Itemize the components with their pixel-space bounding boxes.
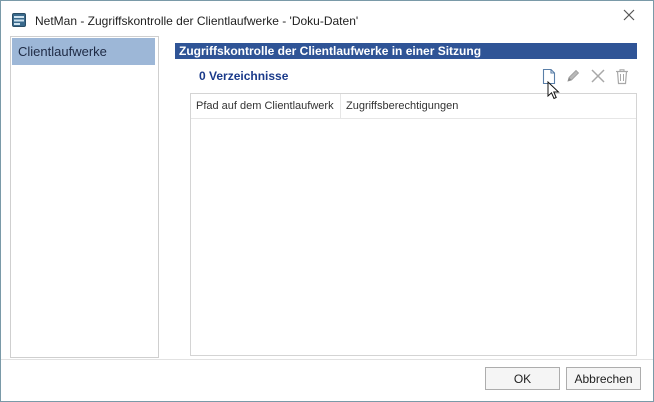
mouse-cursor-icon: [547, 80, 561, 101]
directory-count: 0 Verzeichnisse: [199, 69, 289, 83]
section-header: Zugriffskontrolle der Clientlaufwerke in…: [175, 43, 637, 59]
trash-icon[interactable]: [613, 67, 631, 85]
window-title: NetMan - Zugriffskontrolle der Clientlau…: [35, 14, 359, 28]
pencil-icon[interactable]: [564, 67, 582, 85]
footer-divider: [1, 359, 653, 360]
dialog-window: NetMan - Zugriffskontrolle der Clientlau…: [0, 0, 654, 402]
directory-table: Pfad auf dem Clientlaufwerk Zugriffsbere…: [190, 93, 637, 356]
column-header-path[interactable]: Pfad auf dem Clientlaufwerk: [191, 94, 341, 118]
sidebar-nav: Clientlaufwerke: [10, 36, 159, 358]
ok-button[interactable]: OK: [485, 367, 560, 390]
x-icon[interactable]: [589, 67, 607, 85]
column-header-permissions[interactable]: Zugriffsberechtigungen: [341, 94, 635, 118]
title-bar: NetMan - Zugriffskontrolle der Clientlau…: [1, 1, 653, 37]
table-header: Pfad auf dem Clientlaufwerk Zugriffsbere…: [191, 94, 636, 119]
cancel-button[interactable]: Abbrechen: [566, 367, 641, 390]
sidebar-item-clientlaufwerke[interactable]: Clientlaufwerke: [12, 38, 155, 65]
close-icon[interactable]: [619, 7, 639, 23]
netman-app-icon: [12, 13, 26, 27]
sidebar-item-label: Clientlaufwerke: [18, 44, 107, 59]
